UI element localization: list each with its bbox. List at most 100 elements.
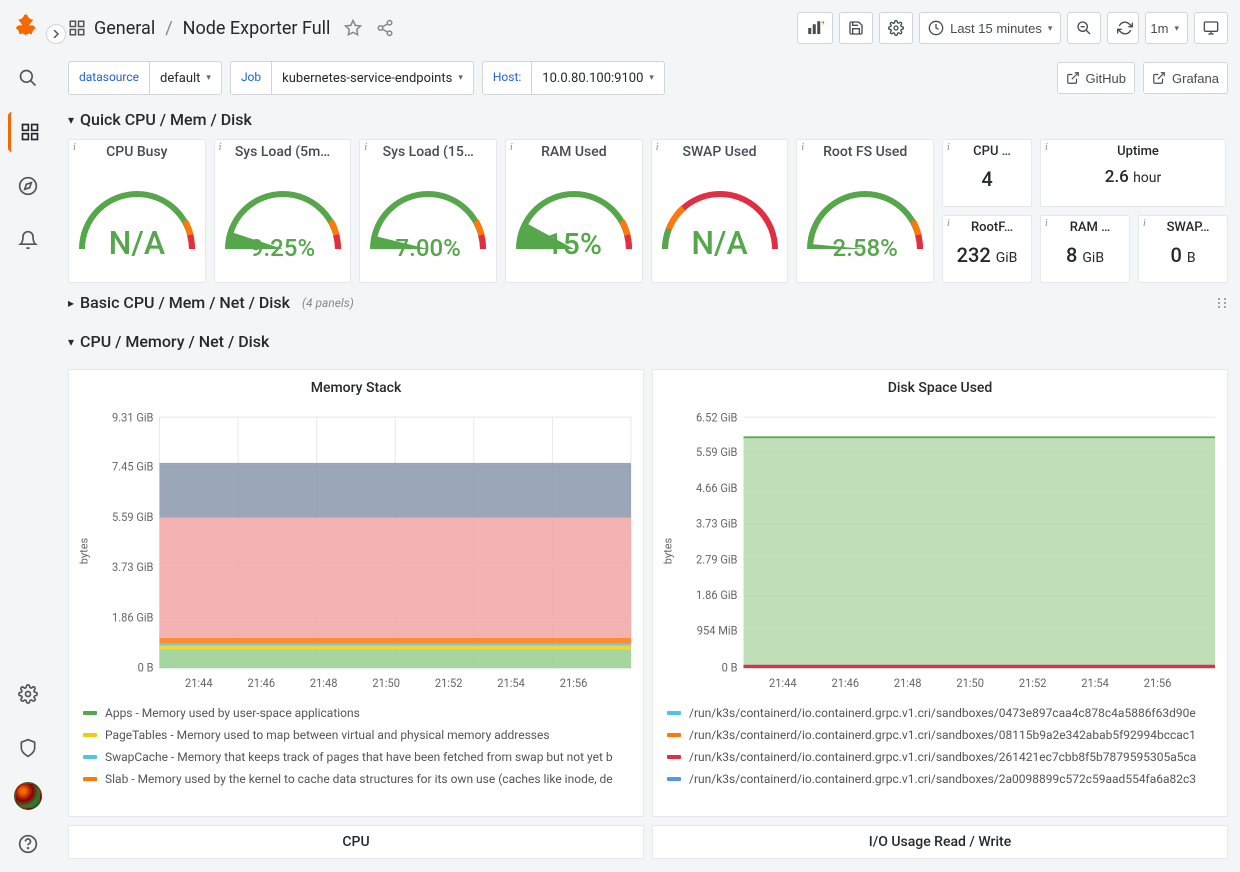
svg-text:1.86 GiB: 1.86 GiB	[696, 587, 738, 602]
stat-value: 2.6 hour	[1041, 167, 1225, 187]
panel-swap-total[interactable]: i SWAP… 0 B	[1138, 215, 1228, 283]
svg-text:21:50: 21:50	[372, 676, 400, 691]
breadcrumb-root[interactable]: General	[94, 18, 155, 39]
grafana-link[interactable]: Grafana	[1143, 62, 1228, 94]
legend-label: /run/k3s/containerd/io.containerd.grpc.v…	[689, 772, 1196, 786]
legend-item[interactable]: /run/k3s/containerd/io.containerd.grpc.v…	[667, 746, 1213, 768]
panel-title: Disk Space Used	[653, 370, 1227, 406]
explore-icon[interactable]	[8, 166, 48, 206]
legend-swatch	[83, 777, 97, 781]
info-icon[interactable]: i	[947, 218, 950, 229]
info-icon[interactable]: i	[1045, 218, 1048, 229]
chart-area[interactable]: bytes	[69, 406, 643, 696]
time-picker[interactable]: Last 15 minutes ▾	[919, 12, 1061, 44]
github-link[interactable]: GitHub	[1057, 62, 1135, 94]
panel-disk-space[interactable]: Disk Space Used bytes 21:4421:4621:4821:…	[652, 369, 1228, 817]
github-link-label: GitHub	[1086, 71, 1126, 86]
dashboards-breadcrumb-icon[interactable]	[68, 19, 86, 37]
info-icon[interactable]: i	[656, 142, 659, 153]
kiosk-button[interactable]	[1194, 12, 1228, 44]
panel-ram-used[interactable]: i RAM Used 15%	[505, 139, 643, 283]
breadcrumb: General / Node Exporter Full	[94, 18, 330, 39]
alerting-icon[interactable]	[8, 220, 48, 260]
stat-value: 232 GiB	[943, 243, 1031, 267]
stat-title: RootF…	[943, 216, 1031, 235]
breadcrumb-dashboard[interactable]: Node Exporter Full	[183, 18, 331, 39]
stat-value: 4	[943, 167, 1031, 191]
svg-text:5.59 GiB: 5.59 GiB	[112, 509, 154, 524]
refresh-interval[interactable]: 1m ▾	[1145, 12, 1188, 44]
grafana-link-label: Grafana	[1172, 71, 1219, 86]
legend[interactable]: Apps - Memory used by user-space applica…	[69, 696, 643, 816]
panel-sys-load-5[interactable]: i Sys Load (5m… 9.25%	[214, 139, 352, 283]
section-cpumem[interactable]: ▾ CPU / Memory / Net / Disk	[56, 322, 1240, 361]
info-icon[interactable]: i	[1045, 142, 1048, 153]
svg-text:5.59 GiB: 5.59 GiB	[696, 445, 738, 460]
panel-io-usage[interactable]: I/O Usage Read / Write	[652, 825, 1228, 859]
legend-item[interactable]: /run/k3s/containerd/io.containerd.grpc.v…	[667, 702, 1213, 724]
legend-swatch	[83, 755, 97, 759]
configuration-icon[interactable]	[8, 674, 48, 714]
legend-item[interactable]: PageTables - Memory used to map between …	[83, 724, 629, 746]
admin-icon[interactable]	[8, 728, 48, 768]
panel-sys-load-15[interactable]: i Sys Load (15… 7.00%	[359, 139, 497, 283]
info-icon[interactable]: i	[73, 142, 76, 153]
panel-rootfs-total[interactable]: i RootF… 232 GiB	[942, 215, 1032, 283]
section-cpumem-title: CPU / Memory / Net / Disk	[80, 332, 269, 351]
star-icon[interactable]	[344, 19, 362, 37]
gauge-value: N/A	[655, 224, 785, 262]
legend-item[interactable]: SwapCache - Memory that keeps track of p…	[83, 746, 629, 768]
sidebar-expand-button[interactable]	[46, 24, 66, 44]
var-datasource-select[interactable]: default ▾	[149, 61, 222, 95]
save-button[interactable]	[839, 12, 873, 44]
legend-label: PageTables - Memory used to map between …	[105, 728, 550, 742]
help-icon[interactable]	[8, 824, 48, 864]
var-job-select[interactable]: kubernetes-service-endpoints ▾	[271, 61, 474, 95]
panel-ram-total[interactable]: i RAM … 8 GiB	[1040, 215, 1130, 283]
section-quick-title: Quick CPU / Mem / Disk	[80, 110, 252, 129]
var-host-select[interactable]: 10.0.80.100:9100 ▾	[531, 61, 665, 95]
chart-area[interactable]: bytes 21:4421:4621:4821:5021:5221:5421:5…	[653, 406, 1227, 696]
user-avatar[interactable]	[14, 782, 42, 810]
info-icon[interactable]: i	[219, 142, 222, 153]
grafana-logo[interactable]	[12, 12, 44, 44]
legend-swatch	[83, 733, 97, 737]
legend-item[interactable]: Apps - Memory used by user-space applica…	[83, 702, 629, 724]
panel-cpu[interactable]: CPU	[68, 825, 644, 859]
info-icon[interactable]: i	[510, 142, 513, 153]
settings-button[interactable]	[879, 12, 913, 44]
legend-item[interactable]: Slab - Memory used by the kernel to cach…	[83, 768, 629, 790]
legend-item[interactable]: /run/k3s/containerd/io.containerd.grpc.v…	[667, 768, 1213, 790]
section-quick[interactable]: ▾ Quick CPU / Mem / Disk	[56, 100, 1240, 139]
bottom-row: CPU I/O Usage Read / Write	[56, 825, 1240, 859]
panel-memory-stack[interactable]: Memory Stack bytes	[68, 369, 644, 817]
topbar: General / Node Exporter Full +	[56, 0, 1240, 56]
legend-swatch	[667, 733, 681, 737]
svg-text:21:54: 21:54	[497, 676, 525, 691]
svg-text:21:56: 21:56	[1144, 676, 1172, 691]
info-icon[interactable]: i	[947, 142, 950, 153]
zoom-out-button[interactable]	[1067, 12, 1101, 44]
legend[interactable]: /run/k3s/containerd/io.containerd.grpc.v…	[653, 696, 1227, 816]
panel-swap-used[interactable]: i SWAP Used N/A	[651, 139, 789, 283]
section-basic[interactable]: ▸ Basic CPU / Mem / Net / Disk (4 panels…	[56, 283, 1240, 322]
search-icon[interactable]	[8, 58, 48, 98]
panel-title: RAM Used	[506, 140, 642, 160]
svg-text:21:52: 21:52	[1019, 676, 1047, 691]
refresh-button[interactable]	[1107, 12, 1139, 44]
svg-text:1.86 GiB: 1.86 GiB	[112, 610, 154, 625]
quick-panels: i CPU Busy N/A i Sys Load (5m…	[56, 139, 1240, 283]
info-icon[interactable]: i	[364, 142, 367, 153]
dashboards-icon[interactable]	[8, 112, 48, 152]
var-job-label: Job	[230, 61, 271, 95]
panel-cpu-cores[interactable]: i CPU … 4	[942, 139, 1032, 207]
info-icon[interactable]: i	[1143, 218, 1146, 229]
drag-icon[interactable]	[1216, 297, 1228, 309]
panel-rootfs-used[interactable]: i Root FS Used 2.58%	[796, 139, 934, 283]
legend-item[interactable]: /run/k3s/containerd/io.containerd.grpc.v…	[667, 724, 1213, 746]
panel-uptime[interactable]: i Uptime 2.6 hour	[1040, 139, 1226, 207]
share-icon[interactable]	[376, 19, 394, 37]
panel-cpu-busy[interactable]: i CPU Busy N/A	[68, 139, 206, 283]
add-panel-button[interactable]: +	[797, 12, 833, 44]
info-icon[interactable]: i	[801, 142, 804, 153]
